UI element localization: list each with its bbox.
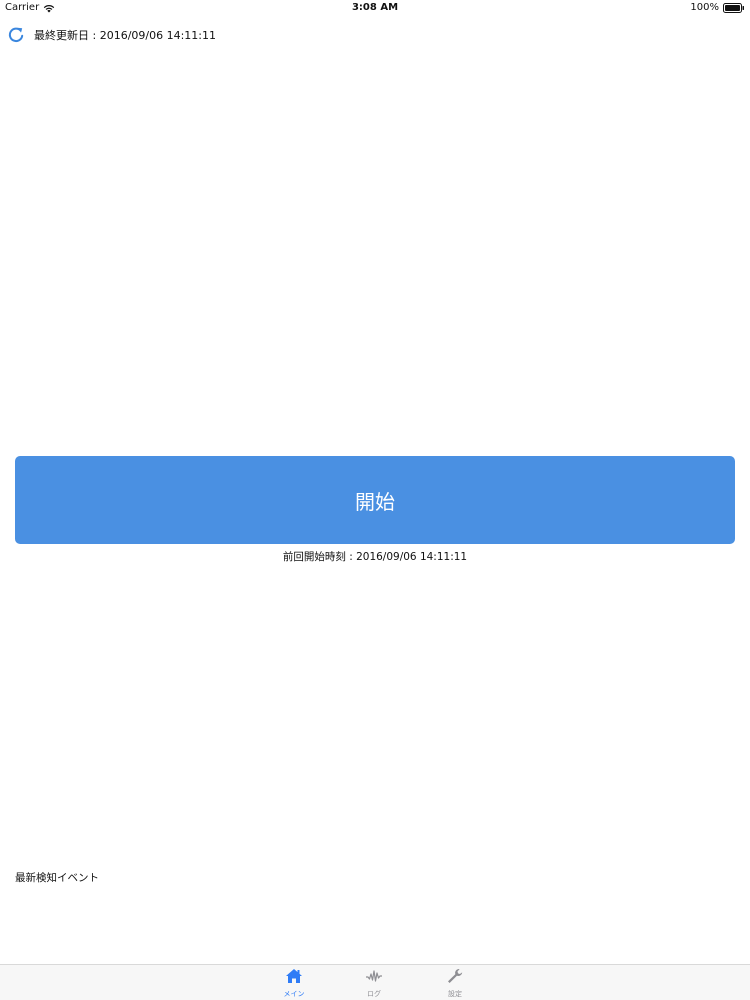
tab-settings[interactable]: 設定 xyxy=(430,968,480,999)
tab-settings-label: 設定 xyxy=(448,990,462,998)
battery-percent: 100% xyxy=(690,2,719,13)
battery-icon xyxy=(723,3,745,13)
last-updated-text: 最終更新日 : 2016/09/06 14:11:11 xyxy=(34,29,216,42)
waveform-icon xyxy=(365,968,383,988)
status-bar: Carrier 3:08 AM 100% xyxy=(0,0,750,16)
tab-main-label: メイン xyxy=(283,990,305,998)
latest-events-heading: 最新検知イベント xyxy=(15,872,99,884)
status-time: 3:08 AM xyxy=(351,2,399,13)
status-right: 100% xyxy=(690,0,745,16)
tab-bar: メイン ログ 設定 xyxy=(0,964,750,1000)
refresh-icon[interactable] xyxy=(6,25,26,45)
tab-log-label: ログ xyxy=(367,990,381,998)
app-screen: Carrier 3:08 AM 100% 最終更新日: 2016/09/06 … xyxy=(0,0,750,1000)
wrench-icon xyxy=(446,968,464,988)
last-start-time: 前回開始時刻 : 2016/09/06 14:11:11 xyxy=(282,551,468,563)
tab-main[interactable]: メイン xyxy=(269,968,319,999)
home-icon xyxy=(285,968,303,988)
last-updated-row: 最終更新日 : 2016/09/06 14:11:11 xyxy=(6,25,216,45)
start-button[interactable]: 開始 xyxy=(15,456,735,544)
tab-log[interactable]: ログ xyxy=(349,968,399,999)
